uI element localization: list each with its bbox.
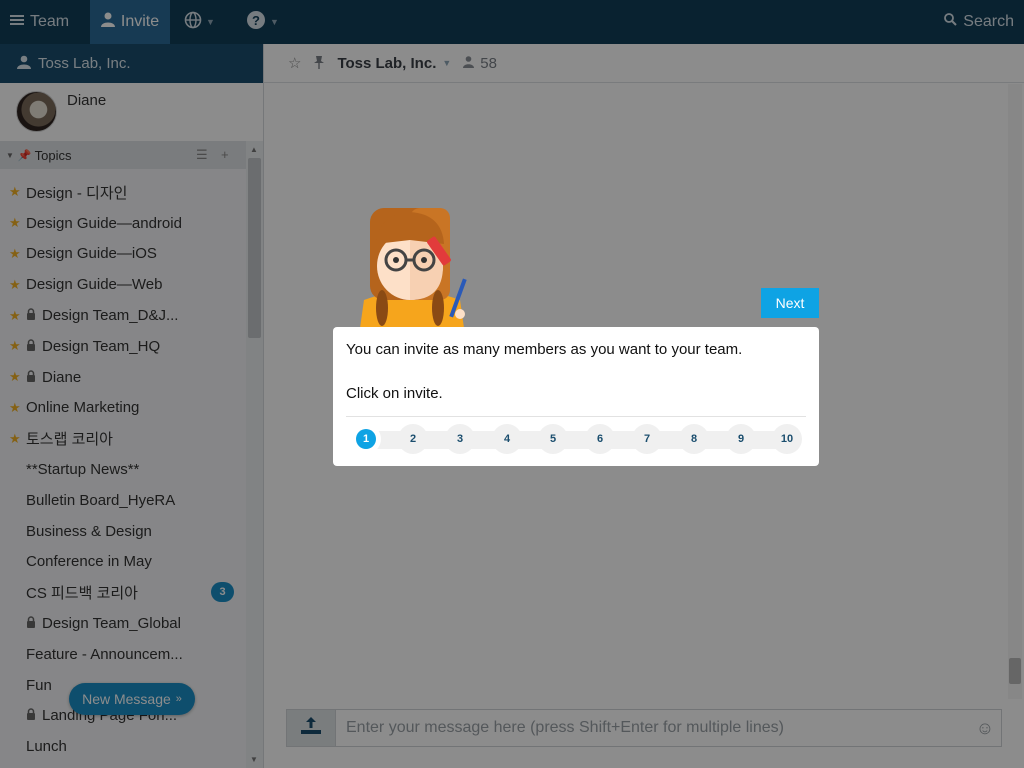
tour-step-label: 9: [737, 433, 745, 445]
tour-step-label: 3: [456, 433, 464, 445]
tour-step-label: 10: [780, 433, 794, 445]
tour-step-label: 6: [596, 433, 604, 445]
tour-step-8[interactable]: 8: [679, 424, 709, 454]
tour-step-label: 1: [356, 429, 376, 449]
tour-step-5[interactable]: 5: [538, 424, 568, 454]
tour-step-9[interactable]: 9: [726, 424, 756, 454]
tour-next-button[interactable]: Next: [761, 288, 819, 318]
tour-step-7[interactable]: 7: [632, 424, 662, 454]
tour-step-1[interactable]: 1: [351, 424, 381, 454]
tour-popover: You can invite as many members as you wa…: [333, 327, 819, 466]
tour-step-label: 4: [503, 433, 511, 445]
tour-step-label: 7: [643, 433, 651, 445]
tour-step-6[interactable]: 6: [585, 424, 615, 454]
tour-mascot-illustration: [352, 204, 472, 328]
tour-step-label: 2: [409, 433, 417, 445]
tour-step-3[interactable]: 3: [445, 424, 475, 454]
tour-step-label: 8: [690, 433, 698, 445]
tour-message: You can invite as many members as you wa…: [346, 341, 743, 358]
tour-divider: [346, 416, 806, 417]
tour-step-10[interactable]: 10: [772, 424, 802, 454]
tour-step-label: 5: [549, 433, 557, 445]
tour-step-2[interactable]: 2: [398, 424, 428, 454]
tour-step-4[interactable]: 4: [492, 424, 522, 454]
tour-instruction: Click on invite.: [346, 385, 443, 402]
